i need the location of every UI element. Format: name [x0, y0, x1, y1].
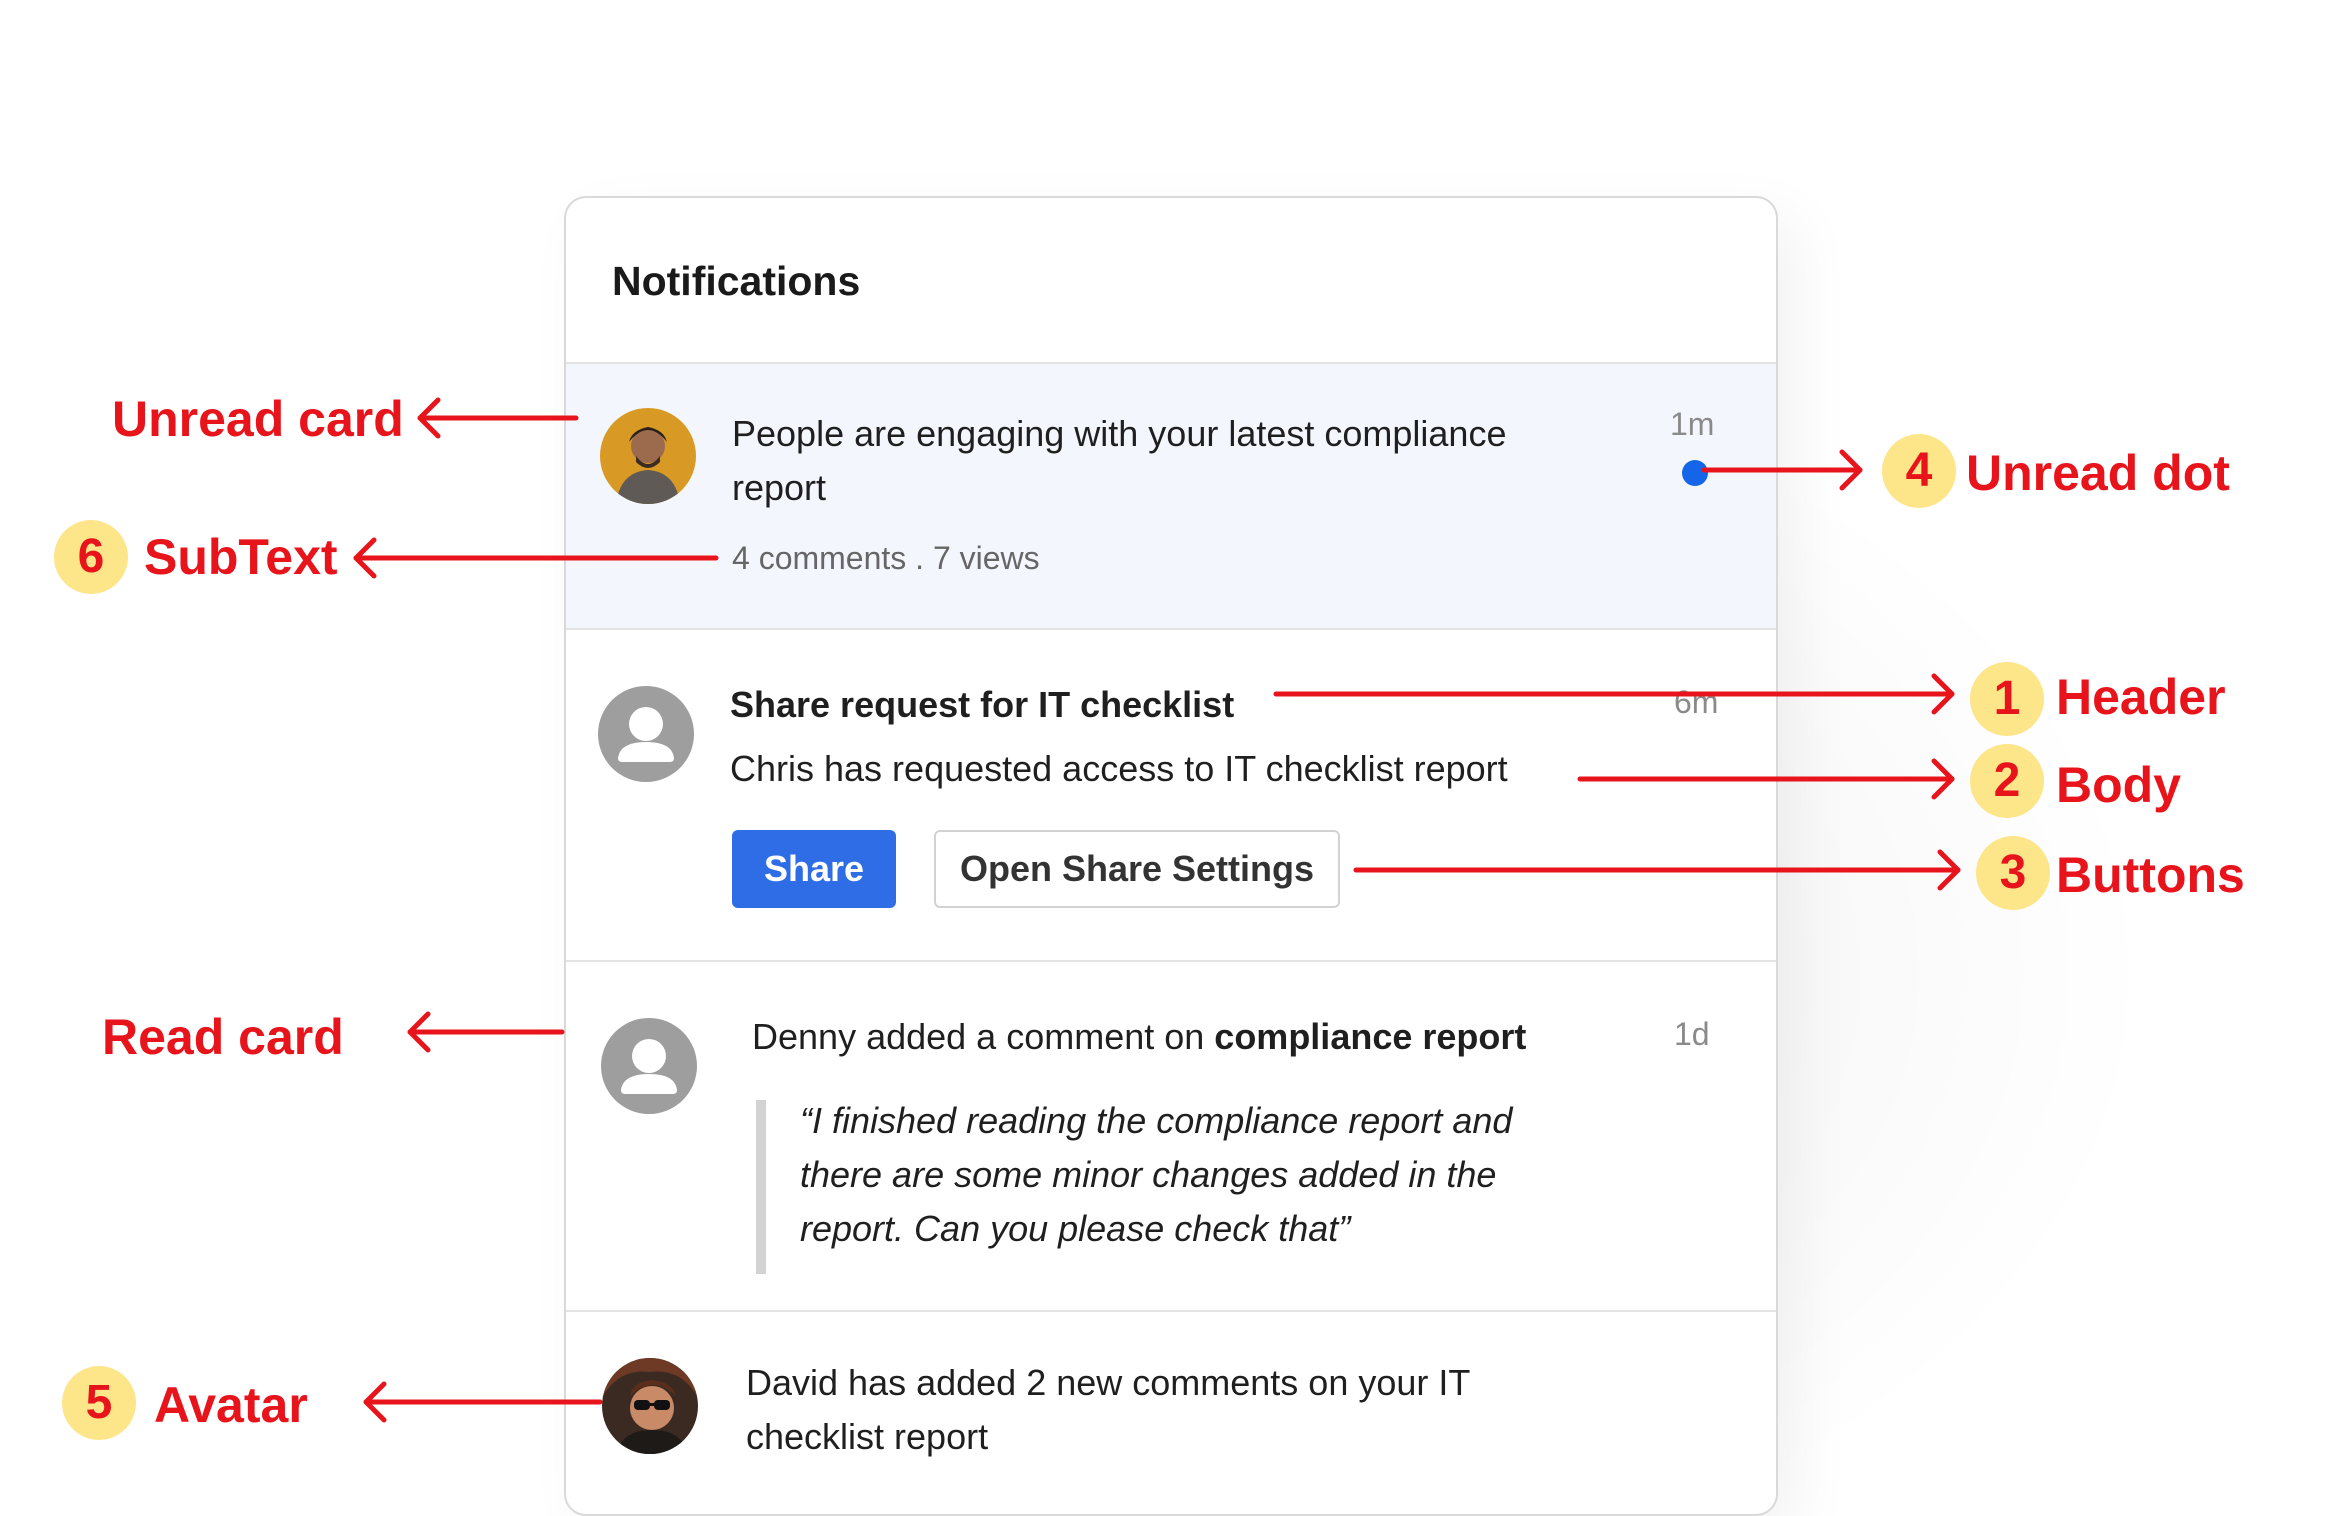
annotation-body: Body — [2056, 757, 2181, 813]
annotation-badge-1: 1 — [1970, 662, 2044, 736]
annotation-badge-2: 2 — [1970, 744, 2044, 818]
annotation-unread-card: Unread card — [112, 391, 404, 447]
annotation-badge-5: 5 — [62, 1366, 136, 1440]
annotation-badge-4: 4 — [1882, 434, 1956, 508]
annotation-badge-6: 6 — [54, 520, 128, 594]
annotation-badge-3: 3 — [1976, 836, 2050, 910]
annotation-header: Header — [2056, 669, 2226, 725]
annotation-buttons: Buttons — [2056, 847, 2245, 903]
annotation-unread-dot: Unread dot — [1966, 445, 2230, 501]
annotation-subtext: SubText — [144, 529, 338, 585]
annotation-read-card: Read card — [102, 1009, 344, 1065]
annotation-arrows — [353, 397, 1961, 1423]
annotation-avatar: Avatar — [154, 1377, 308, 1433]
